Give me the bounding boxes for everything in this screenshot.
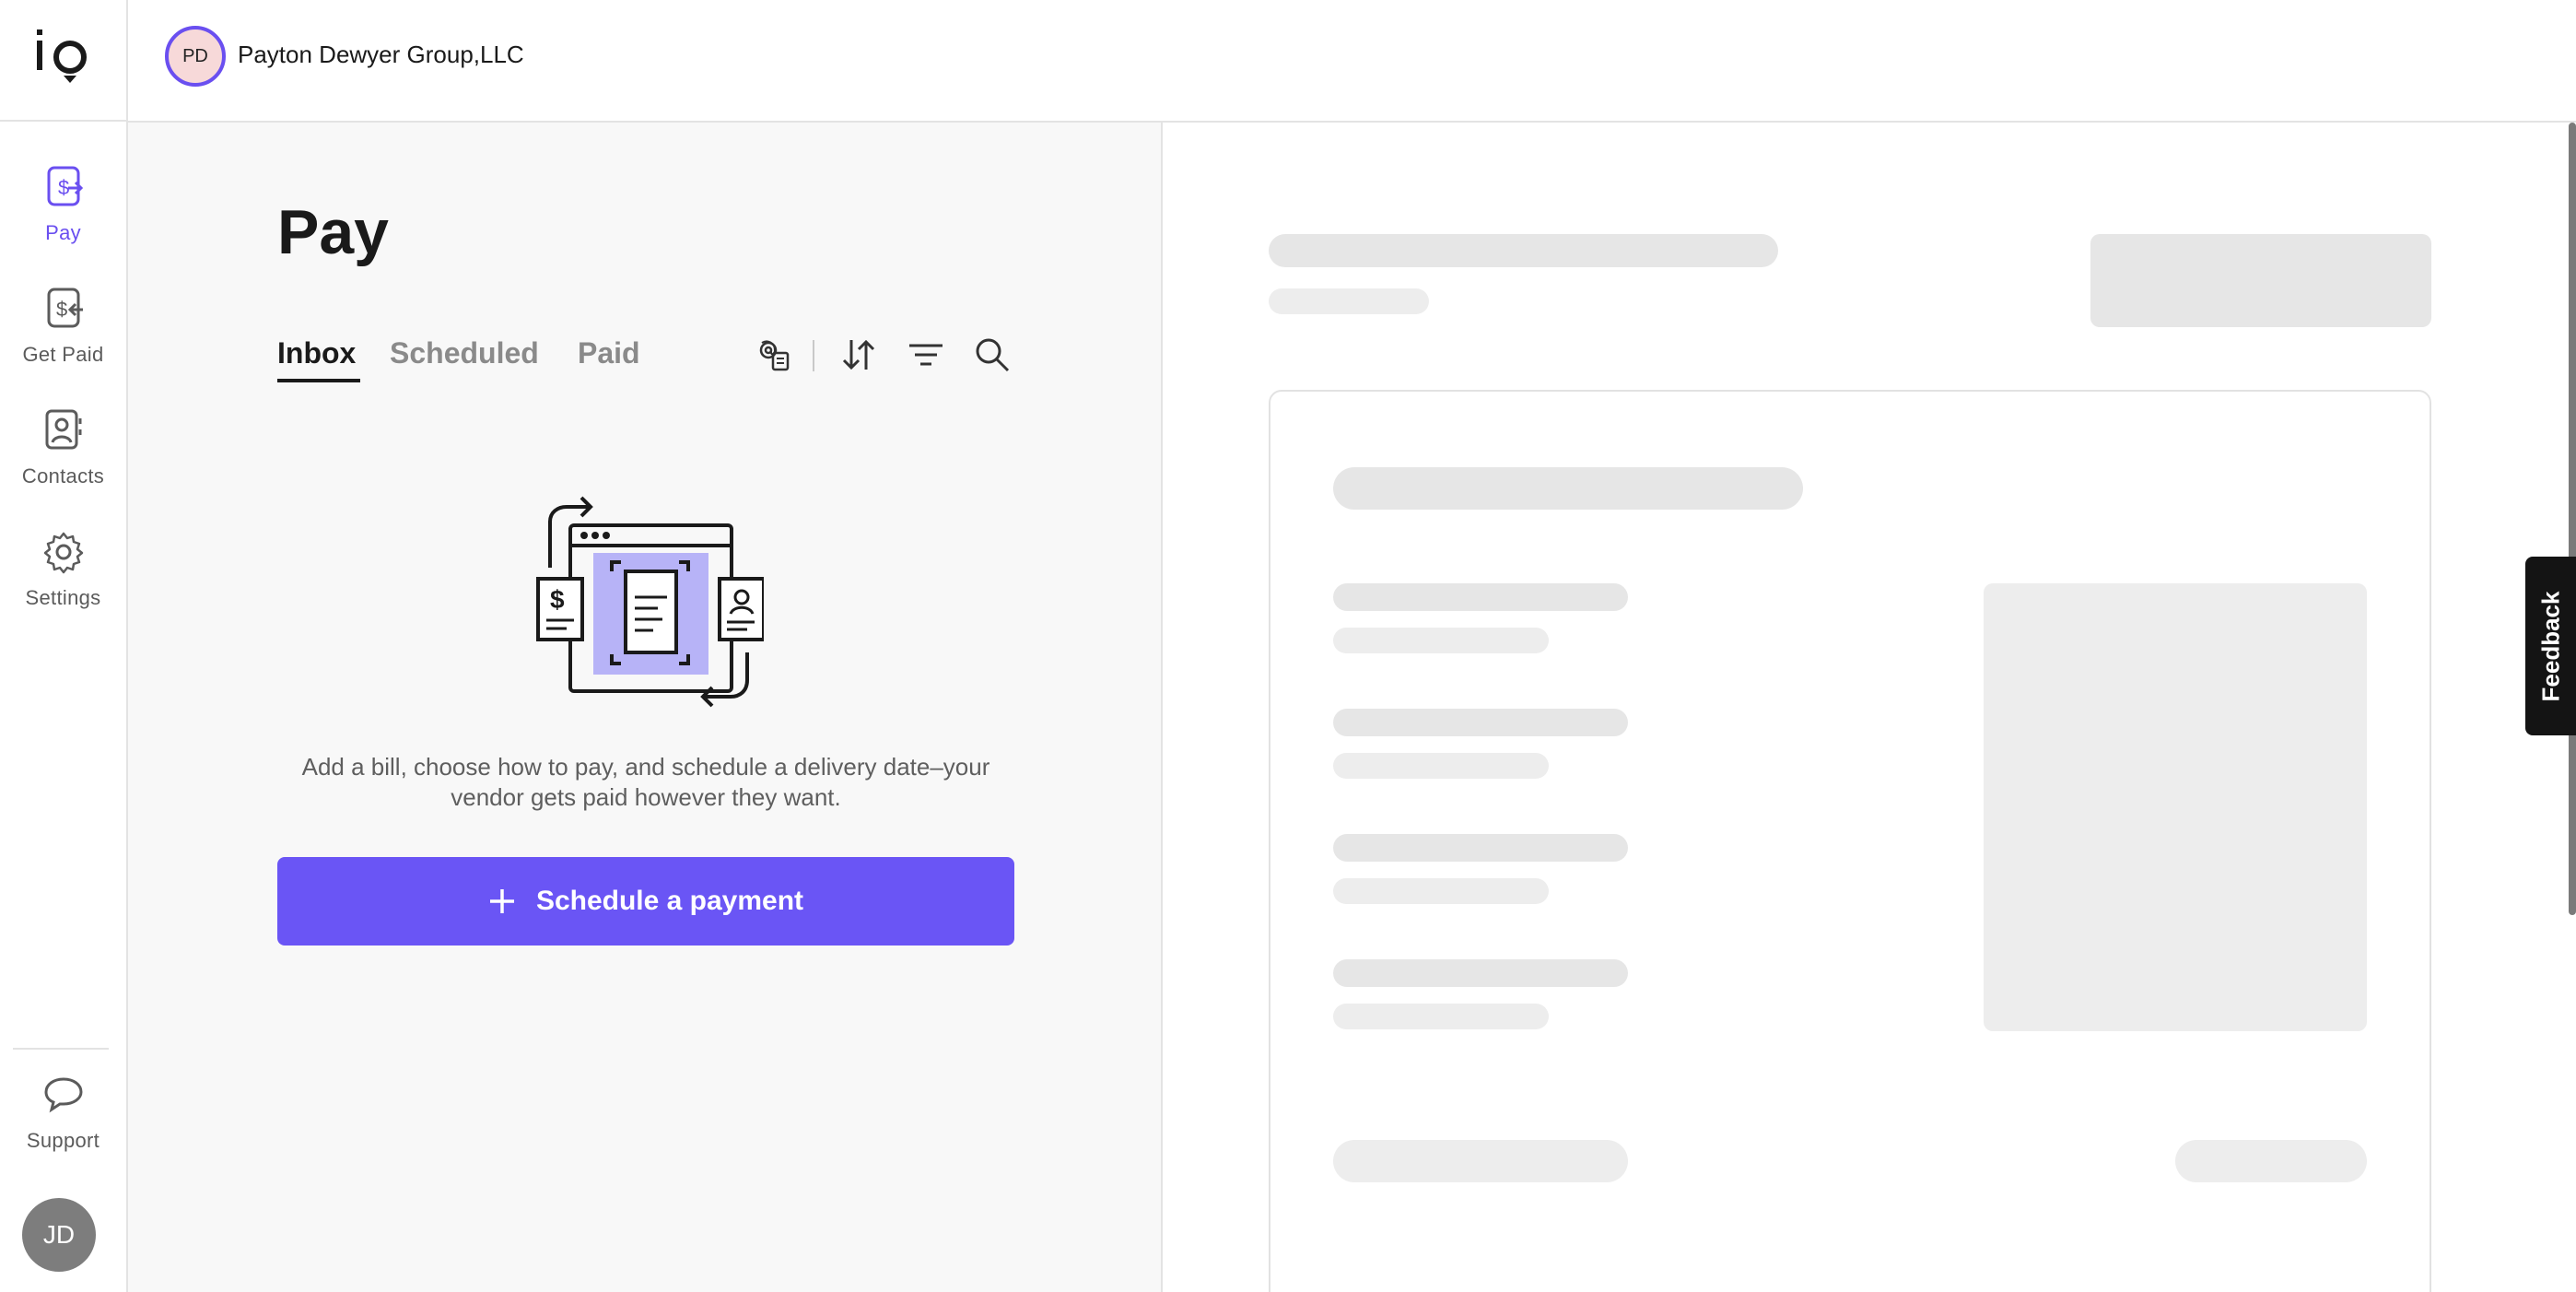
skeleton-title <box>1269 234 1778 267</box>
skeleton-line <box>1333 834 1628 862</box>
skeleton-line <box>1333 959 1628 987</box>
brand-logo[interactable] <box>0 0 126 122</box>
tab-paid[interactable]: Paid <box>578 336 640 370</box>
logo-icon <box>36 29 87 83</box>
nav-item-pay[interactable]: $ Pay <box>0 164 126 265</box>
nav-item-support[interactable]: Support <box>0 1072 126 1173</box>
skeleton-line <box>1333 583 1628 611</box>
chat-bubble-icon <box>43 1077 83 1113</box>
get-paid-icon: $ <box>47 288 83 328</box>
feedback-label: Feedback <box>2536 591 2565 701</box>
skeleton-action-button <box>2090 234 2431 327</box>
skeleton-heading <box>1333 467 1803 510</box>
skeleton-line <box>1333 628 1549 653</box>
nav-item-label: Get Paid <box>22 343 104 366</box>
svg-text:$: $ <box>550 585 565 614</box>
nav-item-settings[interactable]: Settings <box>0 529 126 630</box>
feedback-tab[interactable]: Feedback <box>2525 557 2576 735</box>
email-inbox-icon[interactable] <box>753 335 793 375</box>
skeleton-footer-right <box>2175 1140 2367 1182</box>
plus-icon <box>489 889 514 913</box>
org-avatar[interactable]: PD <box>165 26 226 87</box>
scrollbar[interactable] <box>2569 123 2576 915</box>
contacts-icon <box>45 409 81 450</box>
skeleton-line <box>1333 709 1628 736</box>
tab-scheduled[interactable]: Scheduled <box>390 336 539 370</box>
svg-text:$: $ <box>58 176 69 199</box>
empty-state-message: Add a bill, choose how to pay, and sched… <box>301 753 990 811</box>
active-tab-underline <box>277 379 360 382</box>
skeleton-line <box>1333 878 1549 904</box>
detail-pane-skeleton <box>1164 123 2576 1292</box>
skeleton-line <box>1333 1004 1549 1029</box>
page-title: Pay <box>277 197 389 267</box>
schedule-payment-button[interactable]: Schedule a payment <box>277 857 1014 946</box>
gear-icon <box>43 532 83 574</box>
org-name[interactable]: Payton Dewyer Group,LLC <box>238 41 524 69</box>
bill-flow-illustration: $ <box>536 496 764 708</box>
sort-icon[interactable] <box>838 335 879 375</box>
skeleton-image <box>1984 583 2367 1031</box>
nav-item-contacts[interactable]: Contacts <box>0 407 126 509</box>
user-avatar[interactable]: JD <box>22 1198 96 1272</box>
filter-icon[interactable] <box>906 335 946 375</box>
pay-inbox-pane: Pay Inbox Scheduled Paid $ Add a bill, c… <box>128 123 1163 1292</box>
skeleton-subtitle <box>1269 288 1429 314</box>
nav-divider <box>13 1048 109 1050</box>
pay-icon: $ <box>47 166 83 206</box>
svg-text:$: $ <box>56 298 67 321</box>
nav-item-label: Settings <box>25 586 101 609</box>
nav-item-label: Contacts <box>21 464 105 487</box>
side-nav: $ Pay $ Get Paid Contacts Settings Suppo… <box>0 0 128 1292</box>
nav-item-label: Support <box>26 1129 100 1152</box>
toolbar-divider <box>813 340 814 371</box>
search-icon[interactable] <box>972 335 1013 375</box>
top-bar: PD Payton Dewyer Group,LLC <box>128 0 2576 123</box>
nav-item-label: Pay <box>45 221 81 244</box>
tab-inbox[interactable]: Inbox <box>277 336 356 370</box>
nav-item-get-paid[interactable]: $ Get Paid <box>0 286 126 387</box>
skeleton-line <box>1333 753 1549 779</box>
schedule-payment-label: Schedule a payment <box>535 886 804 916</box>
skeleton-footer-left <box>1333 1140 1628 1182</box>
skeleton-card <box>1269 390 2431 1292</box>
